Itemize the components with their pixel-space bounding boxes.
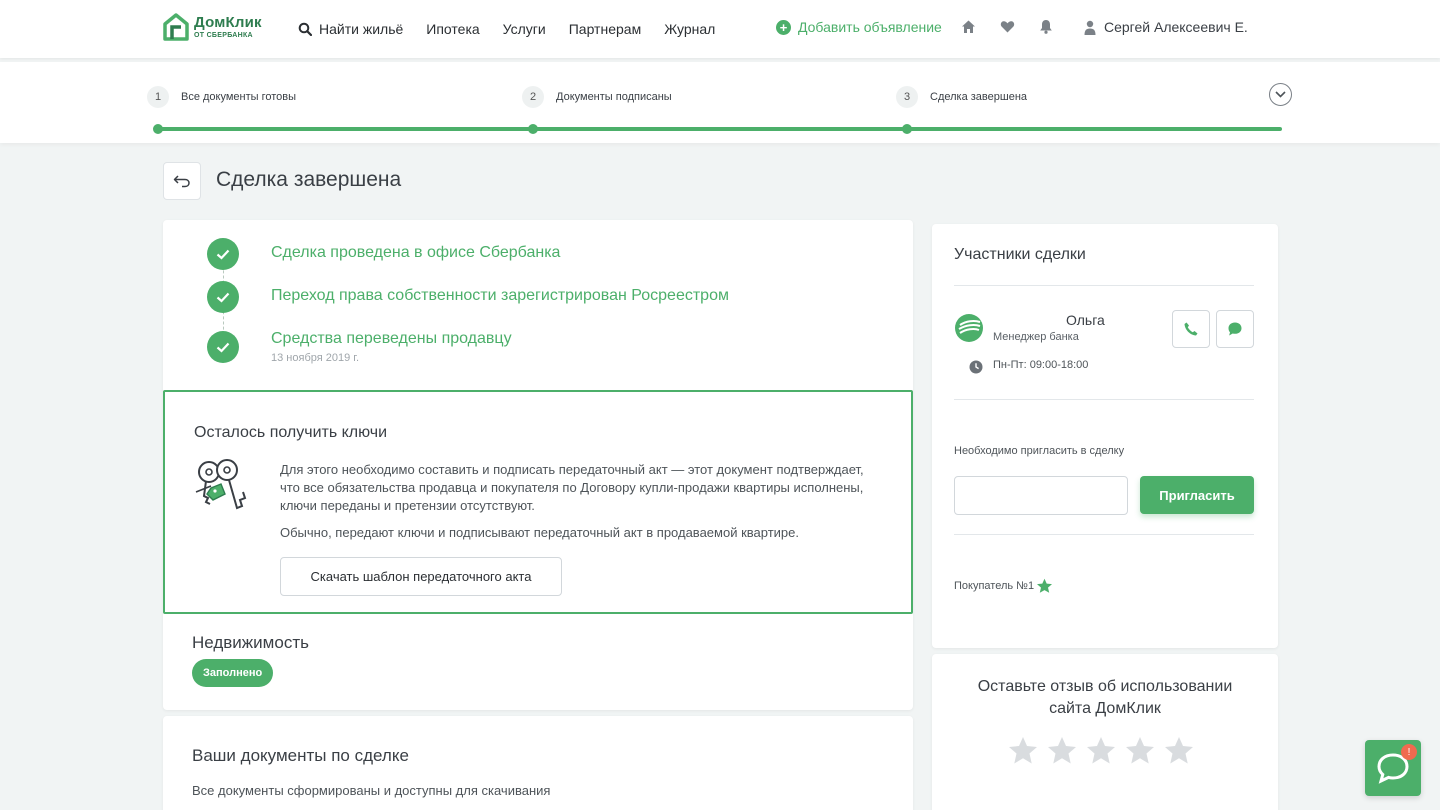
manager-role: Менеджер банка	[993, 331, 1079, 343]
star-icon[interactable]	[1164, 736, 1194, 765]
participants-title: Участники сделки	[954, 246, 1086, 263]
nav-services[interactable]: Услуги	[503, 21, 546, 37]
check-circle-icon	[207, 238, 239, 270]
invite-label: Необходимо пригласить в сделку	[954, 445, 1125, 457]
review-title-line-1: Оставьте отзыв об использовании	[977, 678, 1233, 695]
participants-card: Участники сделки Ольга Менеджер банка Пн…	[932, 224, 1278, 648]
logo-sub-text: ОТ СБЕРБАНКА	[194, 32, 253, 39]
nav-mortgage[interactable]: Ипотека	[426, 21, 479, 37]
star-icon[interactable]	[1125, 736, 1155, 765]
divider	[954, 399, 1254, 400]
chat-bubble-icon	[1228, 322, 1242, 336]
star-icon	[1037, 578, 1053, 593]
step-label: Документы подписаны	[556, 91, 672, 103]
documents-title: Ваши документы по сделке	[192, 746, 409, 765]
progress-dot	[528, 124, 538, 134]
step-label: Сделка завершена	[930, 91, 1028, 103]
download-template-button[interactable]: Скачать шаблон передаточного акта	[280, 557, 562, 596]
heart-icon[interactable]	[1000, 19, 1015, 34]
add-listing-label: Добавить объявление	[798, 19, 942, 35]
main-nav: Найти жильё Ипотека Услуги Партнерам Жур…	[298, 0, 738, 58]
chevron-down-icon	[1275, 91, 1286, 98]
domclick-logo[interactable]: ДомКлик ОТ СБЕРБАНКА	[162, 12, 262, 42]
back-button[interactable]	[163, 162, 201, 200]
search-icon	[298, 22, 312, 36]
bell-icon[interactable]	[1039, 19, 1053, 34]
review-card: Оставьте отзыв об использовании сайта До…	[932, 654, 1278, 810]
property-title: Недвижимость	[192, 633, 309, 652]
keys-icon	[195, 459, 247, 510]
deal-status-card: Сделка проведена в офисе Сбербанка Перех…	[163, 220, 913, 710]
phone-icon	[1184, 322, 1198, 336]
review-title: Оставьте отзыв об использовании сайта До…	[932, 676, 1278, 720]
plus-circle-icon: +	[776, 19, 791, 35]
timeline-item-office: Сделка проведена в офисе Сбербанка	[271, 244, 561, 261]
back-arrow-icon	[173, 175, 190, 188]
chat-notification-badge: !	[1401, 744, 1417, 760]
step-number: 2	[522, 86, 544, 108]
documents-card: Ваши документы по сделке Все документы с…	[163, 716, 913, 810]
message-button[interactable]	[1216, 310, 1254, 348]
page-title: Сделка завершена	[216, 168, 402, 191]
star-icon[interactable]	[1086, 736, 1116, 765]
progress-dot	[902, 124, 912, 134]
divider	[954, 285, 1254, 286]
nav-journal[interactable]: Журнал	[664, 21, 715, 37]
star-icon[interactable]	[1047, 736, 1077, 765]
step-number: 3	[896, 86, 918, 108]
keys-title: Осталось получить ключи	[194, 424, 388, 441]
star-icon[interactable]	[1008, 736, 1038, 765]
keys-description: Для этого необходимо составить и подписа…	[280, 462, 864, 513]
clock-icon	[969, 360, 983, 374]
invite-button[interactable]: Пригласить	[1140, 476, 1254, 514]
home-icon[interactable]	[961, 19, 976, 34]
user-menu[interactable]: Сергей Алексеевич Е.	[1084, 19, 1248, 35]
call-button[interactable]	[1172, 310, 1210, 348]
timeline-date: 13 ноября 2019 г.	[271, 352, 359, 364]
rating-stars	[1008, 736, 1203, 765]
buyer-entry[interactable]: Покупатель №1	[954, 578, 1053, 594]
divider	[954, 534, 1254, 535]
step-number: 1	[147, 86, 169, 108]
manager-name: Ольга	[1066, 312, 1105, 328]
documents-subtitle: Все документы сформированы и доступны дл…	[192, 783, 551, 798]
logo-main-text: ДомКлик	[194, 14, 262, 31]
user-name: Сергей Алексеевич Е.	[1104, 19, 1248, 35]
collapse-steps-button[interactable]	[1269, 83, 1292, 106]
timeline-item-rosreestr: Переход права собственности зарегистриро…	[271, 287, 729, 304]
step-deal-completed: 3 Сделка завершена	[896, 86, 1027, 108]
status-badge: Заполнено	[192, 659, 274, 687]
deal-progress: 1 Все документы готовы 2 Документы подпи…	[0, 62, 1440, 143]
check-circle-icon	[207, 331, 239, 363]
review-title-line-2: сайта ДомКлик	[1049, 700, 1161, 717]
step-label: Все документы готовы	[181, 91, 297, 103]
progress-bar	[158, 127, 1282, 131]
user-icon	[1084, 20, 1096, 35]
timeline-item-funds: Средства переведены продавцу	[271, 330, 512, 347]
invite-input[interactable]	[954, 476, 1128, 515]
nav-find-housing[interactable]: Найти жильё	[298, 21, 403, 37]
add-listing-link[interactable]: + Добавить объявление	[776, 19, 942, 35]
progress-dot	[153, 124, 163, 134]
buyer-label: Покупатель №1	[954, 580, 1035, 592]
sberbank-logo-icon	[955, 314, 983, 342]
top-header: ДомКлик ОТ СБЕРБАНКА Найти жильё Ипотека…	[0, 0, 1440, 58]
nav-partners[interactable]: Партнерам	[569, 21, 641, 37]
nav-find-housing-label: Найти жильё	[319, 21, 404, 37]
working-hours: Пн-Пт: 09:00-18:00	[993, 359, 1089, 371]
step-all-docs-ready: 1 Все документы готовы	[147, 86, 296, 108]
keys-panel: Осталось получить ключи Для этого необхо…	[163, 390, 913, 614]
keys-note: Обычно, передают ключи и подписывают пер…	[280, 525, 799, 540]
logo-house-icon	[163, 13, 189, 41]
check-circle-icon	[207, 281, 239, 313]
step-docs-signed: 2 Документы подписаны	[522, 86, 672, 108]
